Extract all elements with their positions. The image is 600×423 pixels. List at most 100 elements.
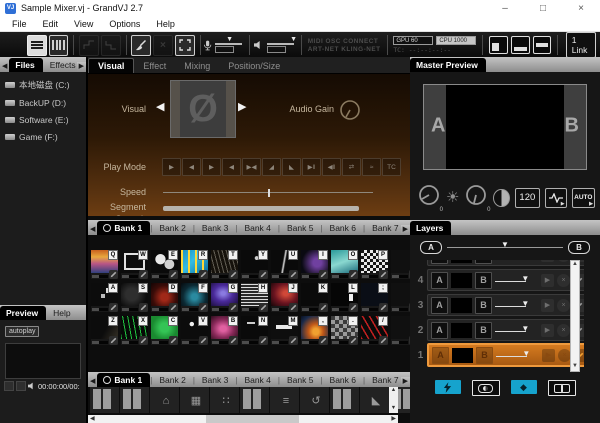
clip-cell[interactable]: L [331,283,358,312]
layer-opacity-slider[interactable]: ▼ [495,275,535,285]
layer-clear-button[interactable]: × [557,260,570,262]
clip-edit-icon[interactable] [319,303,328,312]
clip-cell[interactable]: R [181,250,208,279]
playmode-ramp-in-button[interactable]: ◢ [262,158,281,176]
clip-cell[interactable]: . [331,316,358,345]
bank-tab[interactable]: Bank 4 [237,373,277,387]
bank-tab-active[interactable]: Bank 1 [97,373,150,387]
clip-edit-icon[interactable] [289,270,298,279]
drive-item[interactable]: Game (F:) [5,132,81,142]
flash-mode-button[interactable] [435,380,461,394]
sample-cell[interactable]: ≡ [270,387,299,413]
maximize-button[interactable]: □ [524,0,562,16]
clip-edit-icon[interactable] [319,270,328,279]
clip-edit-icon[interactable] [169,270,178,279]
playmode-play-pause-forward-button[interactable]: ▶‖ [302,158,321,176]
clip-edit-icon[interactable] [259,270,268,279]
preview-toggle-button[interactable] [472,380,500,396]
bank-tab-active[interactable]: Bank 1 [97,221,150,235]
layers-scroll-up-icon[interactable]: ▲ [572,261,578,269]
clip-cell[interactable]: D [151,283,178,312]
bank-tab[interactable]: Bank 4 [237,221,277,235]
layer-play-button[interactable]: ▶ [541,260,554,262]
master-volume-slider[interactable]: ▼ [267,37,294,53]
layer-clear-button[interactable]: × [557,274,570,287]
sample-cell[interactable]: ⌂ [150,387,179,413]
horizontal-scrollbar[interactable]: ◀ ▶ [88,415,398,423]
prev-visual-icon[interactable]: ◀ [156,100,164,113]
link-button[interactable]: 1 Link [566,32,596,58]
crossfade-a-button[interactable]: A [420,241,442,254]
playmode-loop-backward-button[interactable]: ◀ [182,158,201,176]
sample-cell[interactable]: ◣ [360,387,389,413]
playmode-timecode-button[interactable]: TC [382,158,401,176]
clip-cell[interactable]: I [301,250,328,279]
bank-tab[interactable]: Bank 5 [280,373,320,387]
tab-layers[interactable]: Layers [410,221,451,235]
clip-edit-icon[interactable] [169,336,178,345]
tabs-scroll-right-icon[interactable]: ▶ [77,62,86,72]
clip-edit-icon[interactable] [349,303,358,312]
clip-edit-icon[interactable] [139,270,148,279]
sample-cell[interactable]: ↺ [300,387,329,413]
sample-cell[interactable]: ▦ [180,387,209,413]
layer-b-button[interactable]: B [475,297,492,314]
crossfade-handle[interactable]: ▼ [501,240,509,249]
clip-edit-icon[interactable] [229,336,238,345]
clip-cell[interactable]: K [301,283,328,312]
menu-edit[interactable]: Edit [35,19,67,29]
menu-file[interactable]: File [4,19,35,29]
layer-a-button[interactable]: A [431,297,448,314]
clip-edit-icon[interactable] [229,270,238,279]
clip-edit-icon[interactable] [199,303,208,312]
layer-row-3[interactable]: 3AB▼▶× [414,294,584,316]
layers-scrollbar[interactable]: ▲ ▼ [570,260,580,372]
banks-scroll-left-icon[interactable]: ◀ [88,377,97,387]
layer-a-button[interactable]: A [431,260,448,264]
clip-cell[interactable]: , [301,316,328,345]
clip-cell[interactable]: / [361,316,388,345]
clip-edit-icon[interactable] [289,303,298,312]
transition-mode-button[interactable]: ◆ [511,380,537,394]
bank-tab[interactable]: Bank 7 [365,221,405,235]
clip-edit-icon[interactable] [349,336,358,345]
audio-gain-knob[interactable] [338,98,362,122]
bank-tab[interactable]: Bank 3 [195,221,235,235]
step-up-button[interactable] [79,35,99,56]
clip-edit-icon[interactable] [109,303,118,312]
scroll-down-icon[interactable]: ▼ [391,405,396,413]
layer-row-1[interactable]: 1AB▼▶× [414,344,584,366]
banks-scroll-right-icon[interactable]: ▶ [401,225,410,235]
sample-cell[interactable] [90,387,119,413]
clear-button[interactable] [131,35,151,56]
playmode-play-backward-button[interactable]: ◀ [222,158,241,176]
clip-cell[interactable] [391,316,410,345]
clip-cell[interactable]: F [181,283,208,312]
clip-edit-icon[interactable] [229,303,238,312]
bank-tab[interactable]: Bank 7 [365,373,405,387]
layer-opacity-slider[interactable]: ▼ [496,350,536,360]
clip-cell[interactable]: G [211,283,238,312]
menu-view[interactable]: View [66,19,101,29]
crossfade-slider[interactable]: ▼ [447,247,563,249]
layer-row-2[interactable]: 2AB▼▶× [414,319,584,341]
clip-edit-icon[interactable] [109,336,118,345]
layer-play-button[interactable]: ▶ [541,299,554,312]
sample-cell[interactable] [120,387,149,413]
clip-cell[interactable]: C [151,316,178,345]
scroll-right-icon[interactable]: ▶ [391,415,396,423]
bank-tab[interactable]: Bank 2 [152,221,192,235]
sample-cell[interactable]: ∷ [210,387,239,413]
tab-mixing[interactable]: Mixing [175,59,219,73]
output-layout-2-button[interactable] [511,36,530,54]
autoplay-button[interactable]: autoplay [5,326,39,337]
tab-files[interactable]: Files [9,58,42,72]
playmode-ramp-out-button[interactable]: ◣ [282,158,301,176]
scroll-up-icon[interactable]: ▲ [391,387,396,395]
link-ab-button[interactable] [548,380,576,396]
clip-cell[interactable] [391,250,410,279]
clip-cell[interactable]: Z [91,316,118,345]
clip-edit-icon[interactable] [319,336,328,345]
sample-cell[interactable] [330,387,359,413]
step-down-button[interactable] [101,35,121,56]
